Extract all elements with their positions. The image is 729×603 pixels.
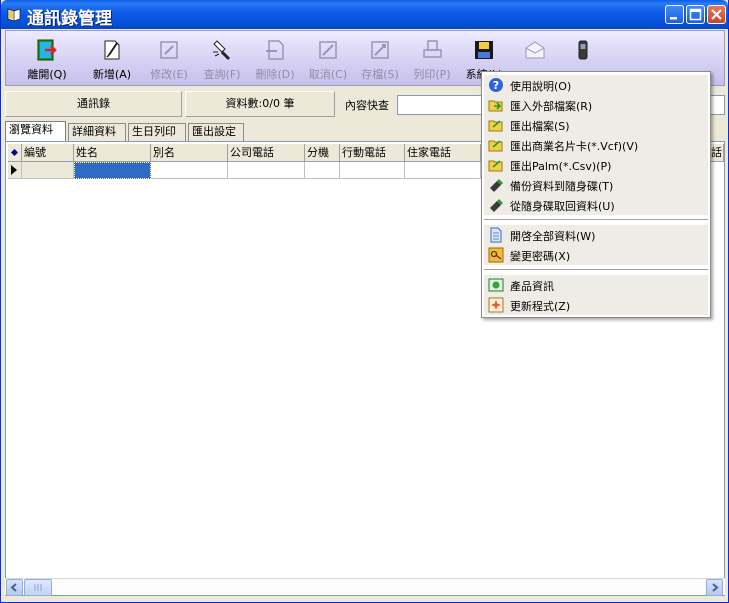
cancel-button[interactable]: 取消(C) (302, 35, 354, 83)
chevron-left-icon (10, 583, 17, 592)
window-title: 通訊錄管理 (27, 9, 112, 29)
tab-birthday-print[interactable]: 生日列印 (128, 123, 186, 141)
book-name-panel: 通訊錄 (5, 91, 182, 117)
maximize-icon (689, 8, 702, 21)
info-icon (488, 278, 504, 292)
column-header-mobile[interactable]: 行動電話 (340, 144, 405, 162)
menu-item-export-vcf[interactable]: 匯出商業名片卡(*.Vcf)(V) (484, 135, 708, 155)
chevron-right-icon (712, 583, 719, 592)
tab-browse[interactable]: 瀏覽資料 (5, 121, 66, 142)
horizontal-scrollbar[interactable] (5, 578, 725, 596)
envelope-icon (525, 41, 545, 59)
table-cell-extension[interactable] (305, 162, 340, 179)
menu-item-product-info[interactable]: 產品資訊 (484, 275, 708, 295)
delete-icon (266, 40, 284, 60)
table-cell-name-selected[interactable] (74, 162, 151, 179)
minimize-icon (670, 17, 677, 20)
phone-icon (578, 40, 588, 60)
table-cell-alias[interactable] (151, 162, 228, 179)
close-icon (711, 9, 722, 20)
title-bar[interactable]: 通訊錄管理 (1, 0, 728, 29)
scroll-thumb[interactable] (24, 579, 52, 596)
floppy-disk-icon (475, 41, 493, 59)
tab-details[interactable]: 詳細資料 (68, 123, 126, 141)
minimize-button[interactable] (665, 5, 684, 24)
column-header-alias[interactable]: 別名 (151, 144, 228, 162)
column-header-extension[interactable]: 分機 (305, 144, 340, 162)
table-cell-home-phone[interactable] (405, 162, 481, 179)
tab-export-settings[interactable]: 匯出設定 (188, 123, 244, 141)
usb-drive-icon (490, 179, 503, 192)
maximize-button[interactable] (686, 5, 705, 24)
record-count: 資料數:0/0 筆 (225, 97, 295, 110)
document-icon (490, 227, 502, 243)
folder-import-icon (488, 100, 503, 112)
folder-export-icon (488, 140, 503, 152)
menu-item-export[interactable]: 匯出檔案(S) (484, 115, 708, 135)
folder-export-icon (488, 120, 503, 132)
svg-text:?: ? (493, 79, 499, 92)
menu-separator (484, 219, 708, 221)
table-cell-mobile[interactable] (340, 162, 405, 179)
edit-button[interactable]: 修改(E) (143, 35, 195, 83)
menu-item-backup-usb[interactable]: 備份資料到隨身碟(T) (484, 175, 708, 195)
printer-icon (423, 40, 442, 58)
current-row-arrow-icon (11, 165, 17, 175)
menu-item-help[interactable]: ? 使用說明(O) (484, 75, 708, 95)
new-document-icon (104, 40, 120, 60)
column-header-id[interactable]: 編號 (22, 144, 74, 162)
row-indicator[interactable] (8, 162, 22, 179)
scroll-left-button[interactable] (6, 579, 23, 596)
menu-item-change-password[interactable]: 變更密碼(X) (484, 245, 708, 265)
cancel-icon (319, 41, 337, 59)
add-button[interactable]: 新增(A) (86, 35, 138, 83)
row-indicator-header (8, 144, 22, 162)
search-label: 內容快查 (345, 99, 389, 112)
menu-item-restore-usb[interactable]: 從隨身碟取回資料(U) (484, 195, 708, 215)
usb-drive-icon (490, 199, 503, 212)
folder-export-icon (488, 160, 503, 172)
main-window: 通訊錄管理 離開(Q) 新增(A) 修改(E) 查詢(F) 刪除(D) 取消(C… (0, 0, 729, 603)
table-cell-id[interactable] (22, 162, 74, 179)
book-icon (7, 8, 21, 22)
column-header-home-phone[interactable]: 住家電話 (405, 144, 481, 162)
column-header-name[interactable]: 姓名 (74, 144, 151, 162)
exit-button[interactable]: 離開(Q) (22, 35, 72, 83)
menu-item-open-all[interactable]: 開啓全部資料(W) (484, 225, 708, 245)
flashlight-icon (213, 40, 231, 61)
print-button[interactable]: 列印(P) (406, 35, 458, 83)
system-menu: ? 使用說明(O) 匯入外部檔案(R) 匯出檔案(S) 匯出商業名片卡(*.Vc… (481, 71, 711, 318)
save-button[interactable]: 存檔(S) (354, 35, 406, 83)
table-cell-office-phone[interactable] (228, 162, 305, 179)
menu-item-update[interactable]: 更新程式(Z) (484, 295, 708, 315)
delete-button[interactable]: 刪除(D) (249, 35, 301, 83)
menu-item-export-palm[interactable]: 匯出Palm(*.Csv)(P) (484, 155, 708, 175)
diamond-icon (11, 149, 18, 156)
edit-icon (160, 41, 178, 59)
search-button[interactable]: 查詢(F) (196, 35, 248, 83)
key-icon (488, 247, 504, 263)
record-count-panel: 資料數:0/0 筆 (185, 91, 335, 117)
book-name: 通訊錄 (77, 97, 110, 110)
grip-icon (34, 584, 42, 591)
column-header-office-phone[interactable]: 公司電話 (228, 144, 305, 162)
help-icon: ? (489, 78, 503, 92)
menu-separator (484, 269, 708, 271)
scroll-right-button[interactable] (706, 579, 723, 596)
save-icon (371, 41, 389, 59)
exit-door-icon (37, 39, 57, 61)
close-button[interactable] (707, 5, 726, 24)
menu-item-import[interactable]: 匯入外部檔案(R) (484, 95, 708, 115)
update-icon (488, 297, 504, 313)
